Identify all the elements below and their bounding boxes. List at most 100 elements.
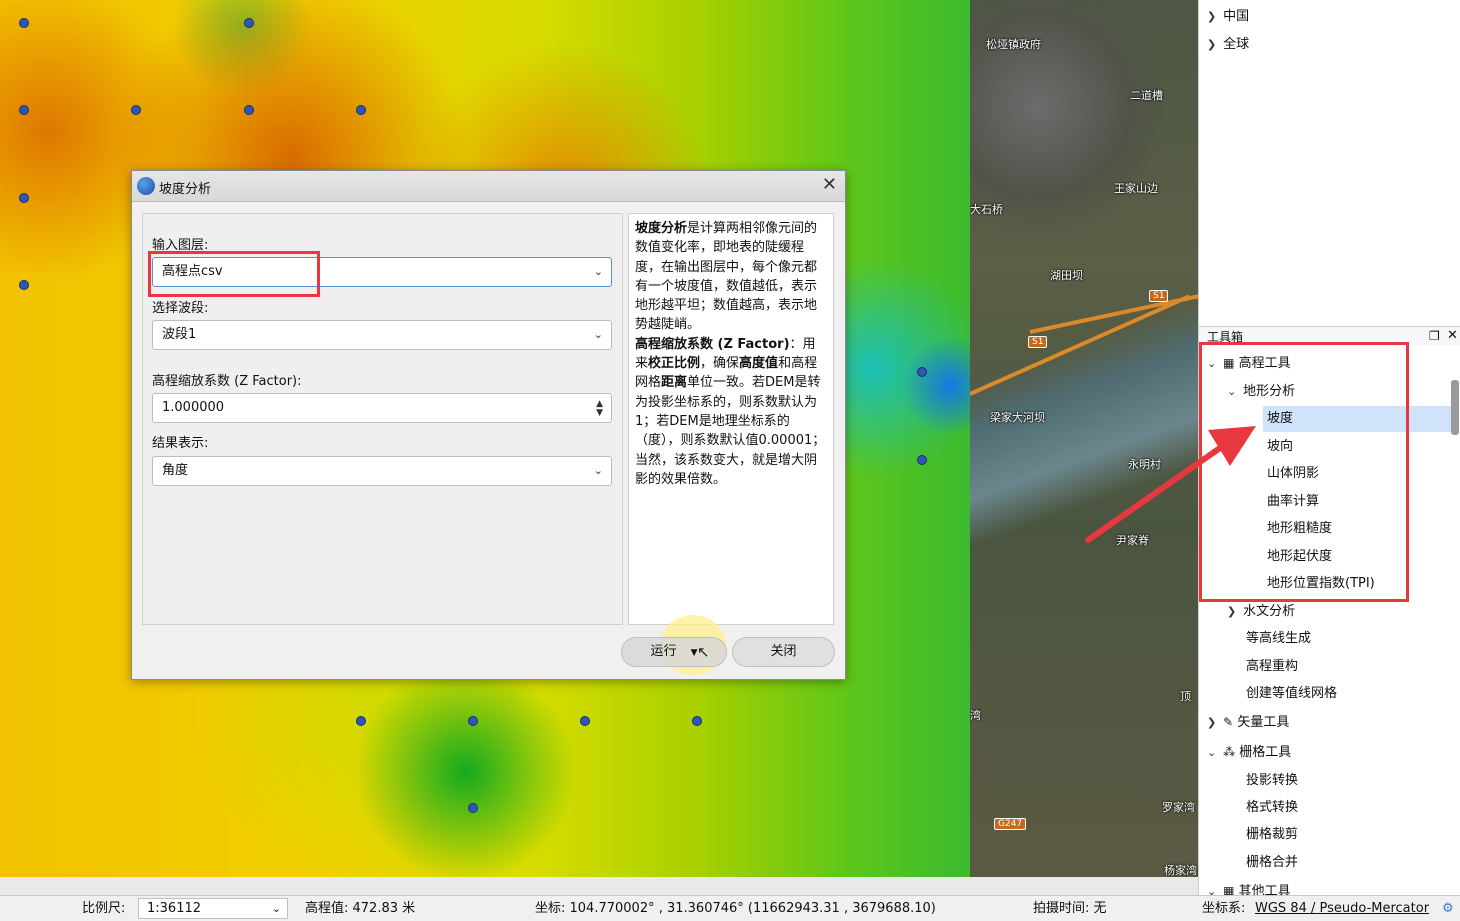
map-label: 杨家湾 bbox=[1164, 864, 1197, 877]
layer-tree-item[interactable]: ❯ 全球 bbox=[1207, 32, 1249, 58]
tree-item-curvature[interactable]: 曲率计算 bbox=[1267, 489, 1319, 515]
elevation-point[interactable] bbox=[131, 105, 141, 115]
map-label: 二道槽 bbox=[1130, 89, 1163, 102]
pencil-icon: ✎ bbox=[1223, 715, 1234, 729]
elevation-point[interactable] bbox=[468, 803, 478, 813]
dialog-title: 坡度分析 bbox=[159, 182, 212, 197]
band-select[interactable]: 波段1 ⌄ bbox=[152, 320, 612, 350]
mouse-cursor-icon: ↖ bbox=[697, 643, 710, 661]
map-label: 王家山边 bbox=[1114, 182, 1158, 195]
elevation-point[interactable] bbox=[580, 716, 590, 726]
tree-item-roughness[interactable]: 地形粗糙度 bbox=[1267, 516, 1332, 542]
scale-select[interactable]: 1:36112 ⌄ bbox=[138, 898, 288, 919]
elevation-readout: 高程值: 472.83 米 bbox=[305, 901, 416, 916]
elevation-point[interactable] bbox=[356, 105, 366, 115]
map-label: 梁家大河坝 bbox=[990, 411, 1045, 424]
map-label: 大石桥 bbox=[970, 203, 1003, 216]
crs-label: 坐标系: bbox=[1202, 901, 1246, 916]
scrollbar-thumb[interactable] bbox=[1451, 380, 1459, 435]
road-shield: S1 bbox=[1149, 290, 1169, 302]
elevation-point[interactable] bbox=[19, 280, 29, 290]
parameters-panel: 输入图层: 高程点csv ⌄ 选择波段: 波段1 ⌄ 高程缩放系数 (Z Fac… bbox=[142, 213, 623, 625]
elevation-point[interactable] bbox=[19, 18, 29, 28]
tree-other-tools[interactable]: ⌄ ▦ 其他工具 bbox=[1207, 878, 1291, 895]
tree-elevation-tools[interactable]: ⌄ ▦ 高程工具 bbox=[1207, 350, 1291, 376]
chevron-down-icon[interactable]: ⌄ bbox=[1227, 379, 1239, 405]
elevation-point[interactable] bbox=[917, 367, 927, 377]
tree-terrain-analysis[interactable]: ⌄ 地形分析 bbox=[1227, 379, 1295, 405]
chevron-down-icon: ⌄ bbox=[271, 902, 281, 915]
elevation-point[interactable] bbox=[19, 193, 29, 203]
result-label: 结果表示: bbox=[152, 436, 209, 451]
app-logo-icon bbox=[137, 177, 155, 195]
chevron-down-icon[interactable]: ⌄ bbox=[1207, 879, 1219, 895]
grid-icon: ▦ bbox=[1223, 884, 1235, 895]
run-button[interactable]: 运行 ▼ bbox=[621, 637, 727, 667]
tree-item-slope[interactable]: 坡度 bbox=[1263, 406, 1455, 432]
layer-tree-item[interactable]: ❯ 中国 bbox=[1207, 4, 1249, 30]
close-icon[interactable]: ✕ bbox=[822, 174, 837, 195]
zfactor-spinbox[interactable]: 1.000000 ▲ ▼ bbox=[152, 393, 612, 423]
toolbox-header: 工具箱 ❐ ✕ bbox=[1199, 326, 1460, 345]
tree-vector-tools[interactable]: ❯ ✎ 矢量工具 bbox=[1207, 709, 1289, 735]
map-label: 湾 bbox=[970, 709, 981, 722]
chevron-down-icon: ⌄ bbox=[593, 265, 603, 278]
chevron-right-icon[interactable]: ❯ bbox=[1227, 599, 1239, 625]
tree-raster-tools[interactable]: ⌄ ⁂ 栅格工具 bbox=[1207, 739, 1291, 765]
chevron-down-icon: ⌄ bbox=[593, 464, 603, 477]
grid-icon: ▦ bbox=[1223, 356, 1235, 370]
crs-link[interactable]: WGS 84 / Pseudo-Mercator bbox=[1255, 896, 1429, 921]
chevron-right-icon[interactable]: ❯ bbox=[1207, 4, 1219, 30]
coordinate-readout: 坐标: 104.770002° , 31.360746° (11662943.3… bbox=[535, 901, 936, 916]
band-label: 选择波段: bbox=[152, 301, 209, 316]
annotation-arrow bbox=[1085, 426, 1256, 543]
zfactor-label: 高程缩放系数 (Z Factor): bbox=[152, 374, 302, 389]
help-text-panel: 坡度分析是计算两相邻像元间的数值变化率，即地表的陡缓程度，在输出图层中，每个像元… bbox=[628, 213, 834, 625]
close-button[interactable]: 关闭 bbox=[732, 637, 835, 667]
slope-analysis-dialog: 坡度分析 ✕ 输入图层: 高程点csv ⌄ 选择波段: 波段1 ⌄ 高程缩放系数… bbox=[131, 170, 846, 680]
cubes-icon: ⁂ bbox=[1223, 745, 1236, 759]
tree-item-hillshade[interactable]: 山体阴影 bbox=[1267, 461, 1319, 487]
road-shield: G247 bbox=[994, 818, 1027, 830]
tree-item-raster-merge[interactable]: 栅格合并 bbox=[1246, 850, 1298, 876]
tree-item-tpi[interactable]: 地形位置指数(TPI) bbox=[1267, 571, 1375, 597]
float-window-icon[interactable]: ❐ bbox=[1429, 327, 1440, 345]
input-layer-select[interactable]: 高程点csv ⌄ bbox=[152, 257, 612, 287]
tree-item-relief[interactable]: 地形起伏度 bbox=[1267, 544, 1332, 570]
scale-label: 比例尺: bbox=[82, 901, 126, 916]
toolbox-title: 工具箱 bbox=[1207, 330, 1244, 344]
map-label: 湖田坝 bbox=[1050, 269, 1083, 282]
map-label: 罗家湾 bbox=[1162, 801, 1195, 814]
tree-item-aspect[interactable]: 坡向 bbox=[1267, 434, 1293, 460]
capture-time: 拍摄时间: 无 bbox=[1033, 901, 1107, 916]
tree-item-raster-clip[interactable]: 栅格裁剪 bbox=[1246, 822, 1298, 848]
chevron-right-icon[interactable]: ❯ bbox=[1207, 32, 1219, 58]
map-label: 顶 bbox=[1180, 690, 1191, 703]
chevron-down-icon: ⌄ bbox=[593, 328, 603, 341]
elevation-point[interactable] bbox=[917, 455, 927, 465]
map-label: 松垭镇政府 bbox=[986, 38, 1041, 51]
dialog-titlebar[interactable]: 坡度分析 ✕ bbox=[132, 171, 845, 202]
settings-gear-icon[interactable]: ⚙ bbox=[1442, 896, 1454, 921]
tree-dem-rebuild[interactable]: 高程重构 bbox=[1246, 654, 1298, 680]
elevation-point[interactable] bbox=[356, 716, 366, 726]
status-bar: 比例尺: 1:36112 ⌄ 高程值: 472.83 米 坐标: 104.770… bbox=[0, 895, 1460, 921]
tree-hydrology[interactable]: ❯ 水文分析 bbox=[1227, 599, 1295, 625]
tree-contour[interactable]: 等高线生成 bbox=[1246, 626, 1311, 652]
elevation-point[interactable] bbox=[692, 716, 702, 726]
close-icon[interactable]: ✕ bbox=[1447, 327, 1458, 345]
elevation-point[interactable] bbox=[468, 716, 478, 726]
result-select[interactable]: 角度 ⌄ bbox=[152, 456, 612, 486]
elevation-point[interactable] bbox=[244, 18, 254, 28]
elevation-point[interactable] bbox=[19, 105, 29, 115]
chevron-down-icon[interactable]: ⌄ bbox=[1207, 351, 1219, 377]
input-layer-label: 输入图层: bbox=[152, 238, 209, 253]
tree-item-reproject[interactable]: 投影转换 bbox=[1246, 768, 1298, 794]
elevation-point[interactable] bbox=[244, 105, 254, 115]
chevron-down-icon[interactable]: ⌄ bbox=[1207, 740, 1219, 766]
road-shield: S1 bbox=[1028, 336, 1048, 348]
tree-isoline-grid[interactable]: 创建等值线网格 bbox=[1246, 681, 1337, 707]
tree-item-format-convert[interactable]: 格式转换 bbox=[1246, 795, 1298, 821]
chevron-right-icon[interactable]: ❯ bbox=[1207, 710, 1219, 736]
spin-arrows-icon[interactable]: ▲ ▼ bbox=[596, 400, 603, 418]
